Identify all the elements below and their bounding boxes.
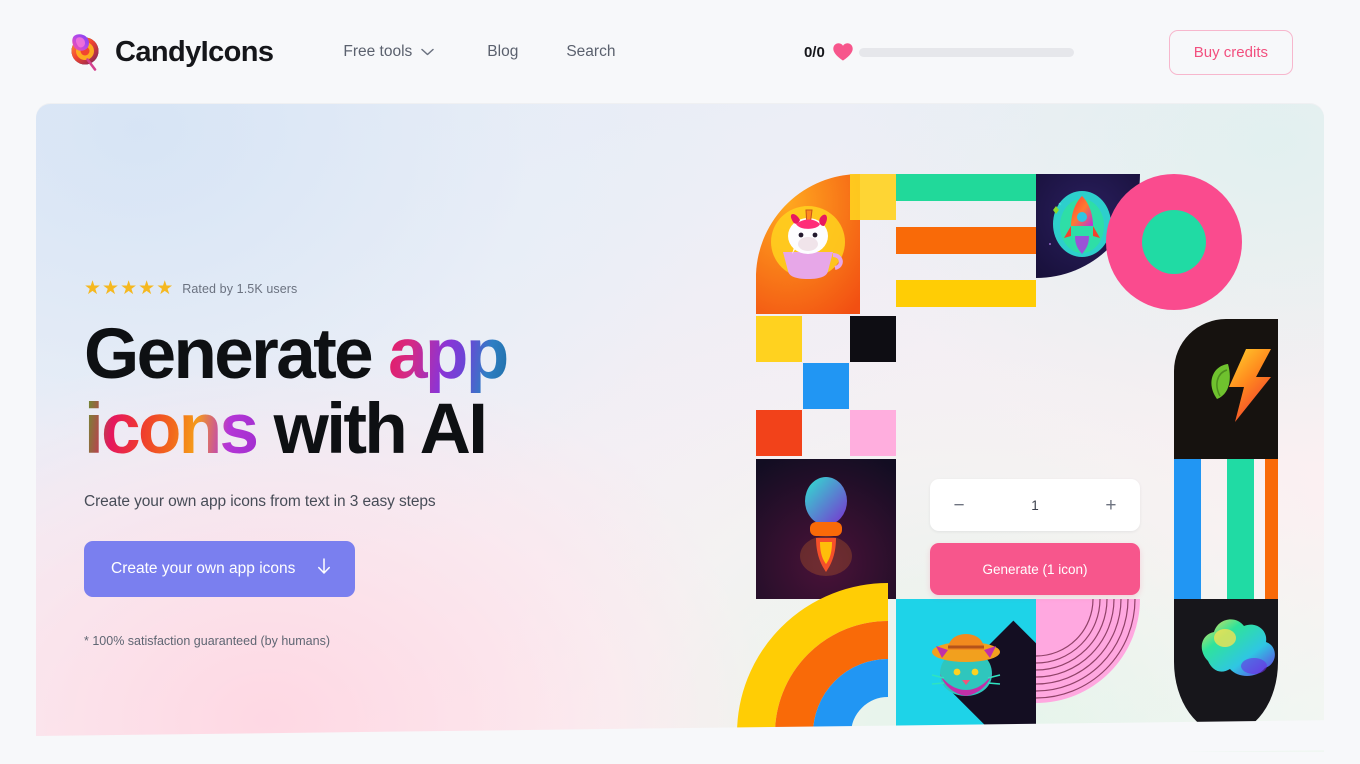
unicorn-cup-icon <box>756 173 860 314</box>
horizontal-stripes <box>896 174 1036 307</box>
quantity-value: 1 <box>1031 497 1039 513</box>
headline-line-2: icons with AI <box>84 394 507 465</box>
gradient-blob-icon <box>1174 599 1278 734</box>
color-square <box>850 316 896 362</box>
star-icon: ★ <box>156 278 174 299</box>
pink-quarter-arc-shape <box>1035 598 1140 703</box>
heart-icon <box>832 42 854 62</box>
nav-item-label: Search <box>566 43 616 60</box>
pink-donut-shape <box>1106 174 1242 310</box>
chevron-down-icon <box>421 43 435 61</box>
increment-button[interactable]: + <box>1102 496 1120 515</box>
credits-indicator[interactable]: 0/0 <box>804 42 1074 62</box>
nav-item-label: Free tools <box>343 43 413 60</box>
arrow-down-icon <box>317 557 331 580</box>
icon-collage: − 1 + Generate (1 icon) <box>720 173 1292 735</box>
buy-credits-button[interactable]: Buy credits <box>1168 29 1293 75</box>
credits-count: 0/0 <box>803 43 825 61</box>
hero-panel: ★ ★ ★ ★ ★ Rated by 1.5K users Generate a… <box>36 104 1324 752</box>
bulb-rocket-icon <box>756 459 896 599</box>
headline-plain-1: Generate <box>84 315 389 394</box>
page-title: Generate app icons with AI <box>84 319 509 466</box>
headline-gradient-app: app <box>388 315 509 394</box>
star-icon: ★ <box>120 278 138 299</box>
brand-name: CandyIcons <box>115 35 274 68</box>
candy-lollipop-logo-icon <box>65 31 103 73</box>
hero-subtitle: Create your own app icons from text in 3… <box>84 492 436 510</box>
collage-artwork <box>737 173 1292 735</box>
headline-gradient-icons: icons <box>84 390 259 470</box>
hero-copy: ★ ★ ★ ★ ★ Rated by 1.5K users Generate a… <box>84 279 509 648</box>
rainbow-arc-shape <box>737 583 889 735</box>
star-icon: ★ <box>138 278 156 299</box>
star-rating: ★ ★ ★ ★ ★ <box>84 279 173 298</box>
create-icons-button-label: Create your own app icons <box>111 559 296 577</box>
main-nav: Free tools Blog Search <box>330 35 628 69</box>
star-icon: ★ <box>84 278 102 299</box>
nav-item-label: Blog <box>487 43 519 60</box>
generate-button[interactable]: Generate (1 icon) <box>930 543 1140 595</box>
star-icon: ★ <box>102 278 120 299</box>
color-square <box>803 363 849 409</box>
color-square <box>756 316 802 362</box>
header-actions: 0/0 Buy credits <box>804 29 1293 75</box>
nav-item-search[interactable]: Search <box>553 35 628 69</box>
hero-bottom-edge <box>36 720 1324 752</box>
create-icons-button[interactable]: Create your own app icons <box>84 540 356 597</box>
credits-progress-bar <box>858 47 1074 57</box>
nav-item-blog[interactable]: Blog <box>474 35 531 69</box>
nav-item-free-tools[interactable]: Free tools <box>330 35 447 69</box>
site-header: CandyIcons Free tools Blog Search 0/0 Bu… <box>0 0 1360 104</box>
color-square <box>850 410 896 456</box>
generator-widget: − 1 + Generate (1 icon) <box>930 479 1140 595</box>
brand-logo[interactable]: CandyIcons <box>65 31 274 73</box>
rating-text: Rated by 1.5K users <box>182 281 298 296</box>
rating-block: ★ ★ ★ ★ ★ Rated by 1.5K users <box>84 279 507 298</box>
decrement-button[interactable]: − <box>950 496 968 515</box>
satisfaction-note: * 100% satisfaction guaranteed (by human… <box>84 633 330 648</box>
leaf-bolt-icon <box>1174 319 1278 459</box>
headline-plain-2: with AI <box>256 390 488 470</box>
vertical-stripes <box>1174 459 1292 599</box>
color-square <box>756 410 802 456</box>
quantity-stepper[interactable]: − 1 + <box>930 479 1140 531</box>
